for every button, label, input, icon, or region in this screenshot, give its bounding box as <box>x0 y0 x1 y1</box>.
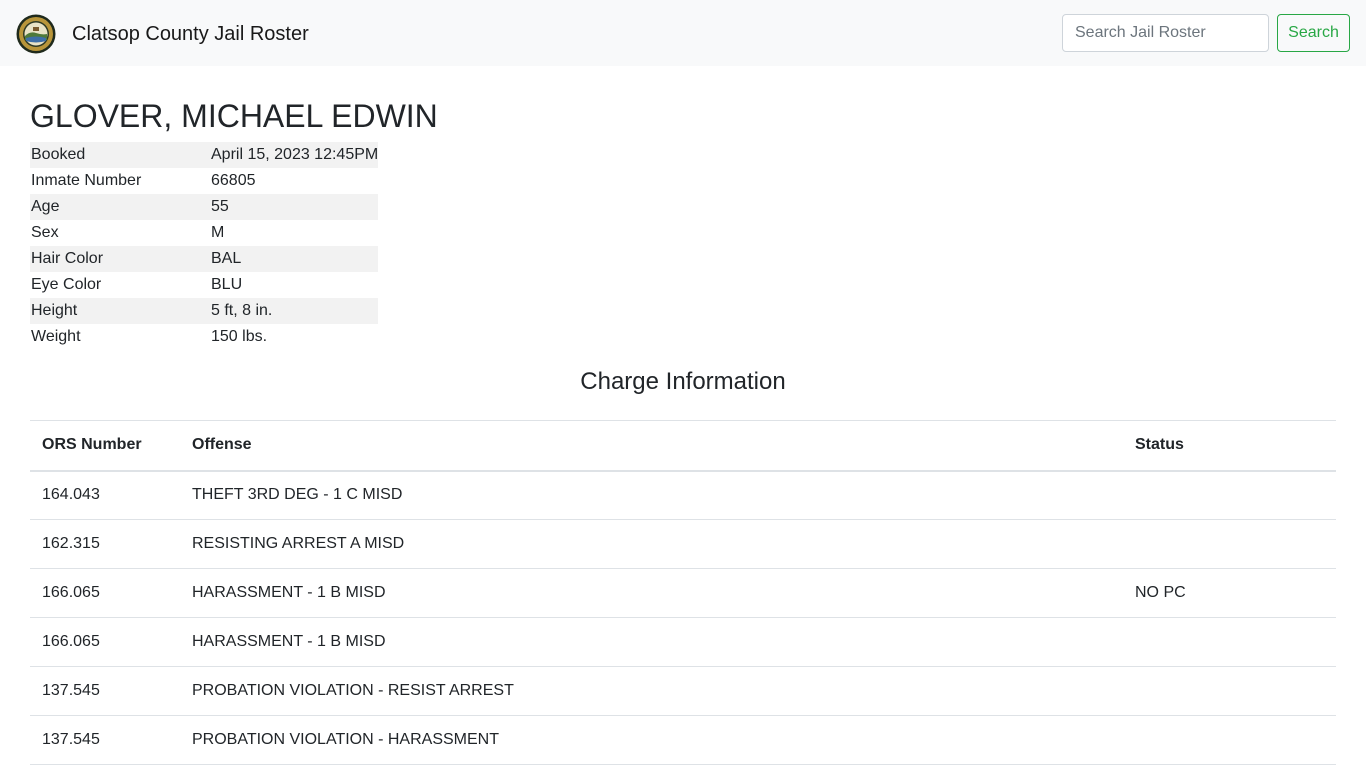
ors-number-cell: 166.065 <box>30 617 180 667</box>
detail-row-hair-color: Hair Color BAL <box>30 246 379 272</box>
ors-number-cell: 137.545 <box>30 666 180 716</box>
column-header-ors-number: ORS Number <box>30 420 180 472</box>
table-row: 137.545 PROBATION VIOLATION - RESIST ARR… <box>30 666 1336 716</box>
table-row: 166.065 HARASSMENT - 1 B MISD <box>30 617 1336 667</box>
detail-label: Booked <box>30 142 210 168</box>
detail-value: BLU <box>211 276 243 293</box>
detail-row-age: Age 55 <box>30 194 379 220</box>
offense-cell: PROBATION VIOLATION - RESIST ARREST <box>180 666 1123 716</box>
detail-row-sex: Sex M <box>30 220 378 246</box>
detail-label: Height <box>30 298 210 324</box>
charge-information-heading: Charge Information <box>580 368 786 395</box>
detail-label: Eye Color <box>31 276 102 293</box>
detail-row-booked: Booked April 15, 2023 12:45PM <box>30 142 379 168</box>
table-row: 164.043 THEFT 3RD DEG - 1 C MISD <box>30 470 1336 520</box>
detail-value: 55 <box>210 194 379 220</box>
detail-label: Hair Color <box>30 246 210 272</box>
detail-value: April 15, 2023 12:45PM <box>210 142 379 168</box>
offense-cell: HARASSMENT - 1 B MISD <box>180 568 1123 618</box>
detail-row-eye-color: Eye Color BLU <box>30 272 378 298</box>
site-title[interactable]: Clatsop County Jail Roster <box>72 21 309 47</box>
detail-value: BAL <box>210 246 379 272</box>
offense-cell: RESISTING ARREST A MISD <box>180 519 1123 569</box>
ors-number-cell: 162.315 <box>30 519 180 569</box>
detail-label: Age <box>30 194 210 220</box>
offense-cell: HARASSMENT - 1 B MISD <box>180 617 1123 667</box>
detail-row-height: Height 5 ft, 8 in. <box>30 298 379 324</box>
table-row: 162.315 RESISTING ARREST A MISD <box>30 519 1336 569</box>
detail-row-weight: Weight 150 lbs. <box>30 324 378 350</box>
ors-number-cell: 137.545 <box>30 715 180 765</box>
detail-value: 5 ft, 8 in. <box>210 298 379 324</box>
detail-label: Inmate Number <box>31 172 142 189</box>
status-cell: NO PC <box>1123 568 1336 618</box>
status-cell <box>1123 470 1336 520</box>
search-button[interactable]: Search <box>1277 14 1350 52</box>
detail-label: Weight <box>31 328 81 345</box>
table-row: 137.545 PROBATION VIOLATION - HARASSMENT <box>30 715 1336 765</box>
status-cell <box>1123 715 1336 765</box>
charges-table: ORS Number Offense Status 164.043 THEFT … <box>30 420 1336 765</box>
charges-header-row: ORS Number Offense Status <box>30 420 1336 472</box>
top-navbar: Clatsop County Jail Roster Search <box>0 0 1366 66</box>
detail-value: M <box>211 224 225 241</box>
search-input[interactable] <box>1062 14 1269 52</box>
ors-number-cell: 166.065 <box>30 568 180 618</box>
detail-value: 66805 <box>211 172 256 189</box>
detail-row-inmate-number: Inmate Number 66805 <box>30 168 378 194</box>
offense-cell: PROBATION VIOLATION - HARASSMENT <box>180 715 1123 765</box>
column-header-offense: Offense <box>180 420 1123 472</box>
column-header-status: Status <box>1123 420 1336 472</box>
detail-label: Sex <box>31 224 59 241</box>
inmate-details-table: Booked April 15, 2023 12:45PM Inmate Num… <box>30 142 379 350</box>
detail-value: 150 lbs. <box>211 328 268 345</box>
status-cell <box>1123 519 1336 569</box>
table-row: 166.065 HARASSMENT - 1 B MISD NO PC <box>30 568 1336 618</box>
status-cell <box>1123 617 1336 667</box>
county-seal-icon[interactable] <box>16 14 56 54</box>
inmate-name: GLOVER, MICHAEL EDWIN <box>30 98 438 134</box>
offense-cell: THEFT 3RD DEG - 1 C MISD <box>180 470 1123 520</box>
status-cell <box>1123 666 1336 716</box>
ors-number-cell: 164.043 <box>30 470 180 520</box>
